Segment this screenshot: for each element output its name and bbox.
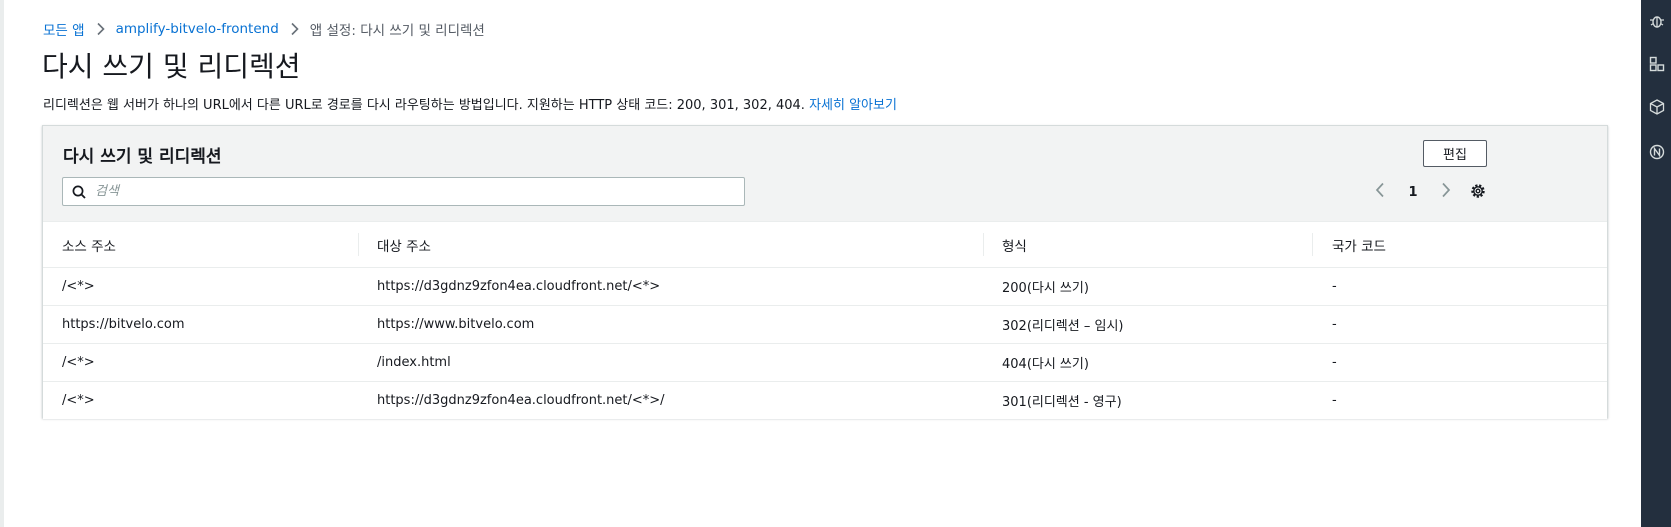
column-divider[interactable] (1312, 233, 1313, 256)
country-cell: - (1332, 317, 1337, 332)
info-circle-icon[interactable] (1649, 144, 1665, 160)
country-cell: - (1332, 393, 1337, 408)
page-title: 다시 쓰기 및 리디렉션 (42, 50, 301, 83)
target-cell: /index.html (377, 355, 451, 370)
table-row: /<*> https://d3gdnz9zfon4ea.cloudfront.n… (43, 382, 1607, 419)
table-row: https://bitvelo.com https://www.bitvelo.… (43, 306, 1607, 344)
table-row: /<*> https://d3gdnz9zfon4ea.cloudfront.n… (43, 268, 1607, 306)
chevron-right-icon[interactable] (1441, 182, 1451, 202)
edit-button[interactable]: 편집 (1423, 140, 1487, 167)
country-cell: - (1332, 355, 1337, 370)
rewrites-panel: 다시 쓰기 및 리디렉션 편집 1 (42, 125, 1608, 419)
target-cell: https://d3gdnz9zfon4ea.cloudfront.net/<*… (377, 393, 665, 408)
type-cell: 301(리디렉션 - 영구) (1002, 395, 1122, 410)
column-divider[interactable] (983, 233, 984, 256)
column-header-source[interactable]: 소스 주소 (62, 222, 116, 267)
source-cell: /<*> (62, 393, 95, 408)
panel-title: 다시 쓰기 및 리디렉션 (63, 147, 222, 167)
right-side-nav (1641, 0, 1671, 527)
pagination: 1 (1375, 181, 1451, 203)
source-cell: /<*> (62, 355, 95, 370)
search-icon (72, 185, 86, 199)
column-header-country[interactable]: 국가 코드 (1332, 222, 1386, 267)
table-row: /<*> /index.html 404(다시 쓰기) - (43, 344, 1607, 382)
search-input[interactable] (95, 180, 735, 202)
column-header-type[interactable]: 형식 (1002, 222, 1027, 267)
panel-header: 다시 쓰기 및 리디렉션 편집 1 (43, 126, 1607, 222)
page-number[interactable]: 1 (1408, 185, 1417, 200)
gear-icon[interactable] (1469, 182, 1487, 200)
country-cell: - (1332, 279, 1337, 294)
chevron-right-icon (290, 22, 299, 36)
type-cell: 302(리디렉션 – 임시) (1002, 319, 1124, 334)
column-divider[interactable] (358, 233, 359, 256)
type-cell: 404(다시 쓰기) (1002, 357, 1089, 372)
breadcrumb-all-apps[interactable]: 모든 앱 (43, 19, 85, 39)
page-description: 리디렉션은 웹 서버가 하나의 URL에서 다른 URL로 경로를 다시 라우팅… (43, 94, 897, 113)
type-cell: 200(다시 쓰기) (1002, 281, 1089, 296)
learn-more-link[interactable]: 자세히 알아보기 (809, 98, 897, 113)
source-cell: https://bitvelo.com (62, 317, 185, 332)
breadcrumb-app[interactable]: amplify-bitvelo-frontend (116, 21, 279, 37)
breadcrumb: 모든 앱 amplify-bitvelo-frontend 앱 설정: 다시 쓰… (43, 19, 485, 39)
search-field[interactable] (62, 177, 745, 206)
breadcrumb-current: 앱 설정: 다시 쓰기 및 리디렉션 (309, 23, 485, 39)
target-cell: https://www.bitvelo.com (377, 317, 535, 332)
cube-icon[interactable] (1649, 99, 1665, 115)
chevron-right-icon (96, 22, 105, 36)
main-content: 모든 앱 amplify-bitvelo-frontend 앱 설정: 다시 쓰… (4, 0, 1641, 527)
description-text: 리디렉션은 웹 서버가 하나의 URL에서 다른 URL로 경로를 다시 라우팅… (43, 98, 805, 113)
table-header: 소스 주소 대상 주소 형식 국가 코드 (43, 222, 1607, 268)
bug-icon[interactable] (1649, 12, 1665, 28)
source-cell: /<*> (62, 279, 95, 294)
chevron-left-icon[interactable] (1375, 182, 1385, 202)
column-header-target[interactable]: 대상 주소 (377, 222, 431, 267)
widgets-icon[interactable] (1649, 56, 1665, 72)
target-cell: https://d3gdnz9zfon4ea.cloudfront.net/<*… (377, 279, 661, 294)
